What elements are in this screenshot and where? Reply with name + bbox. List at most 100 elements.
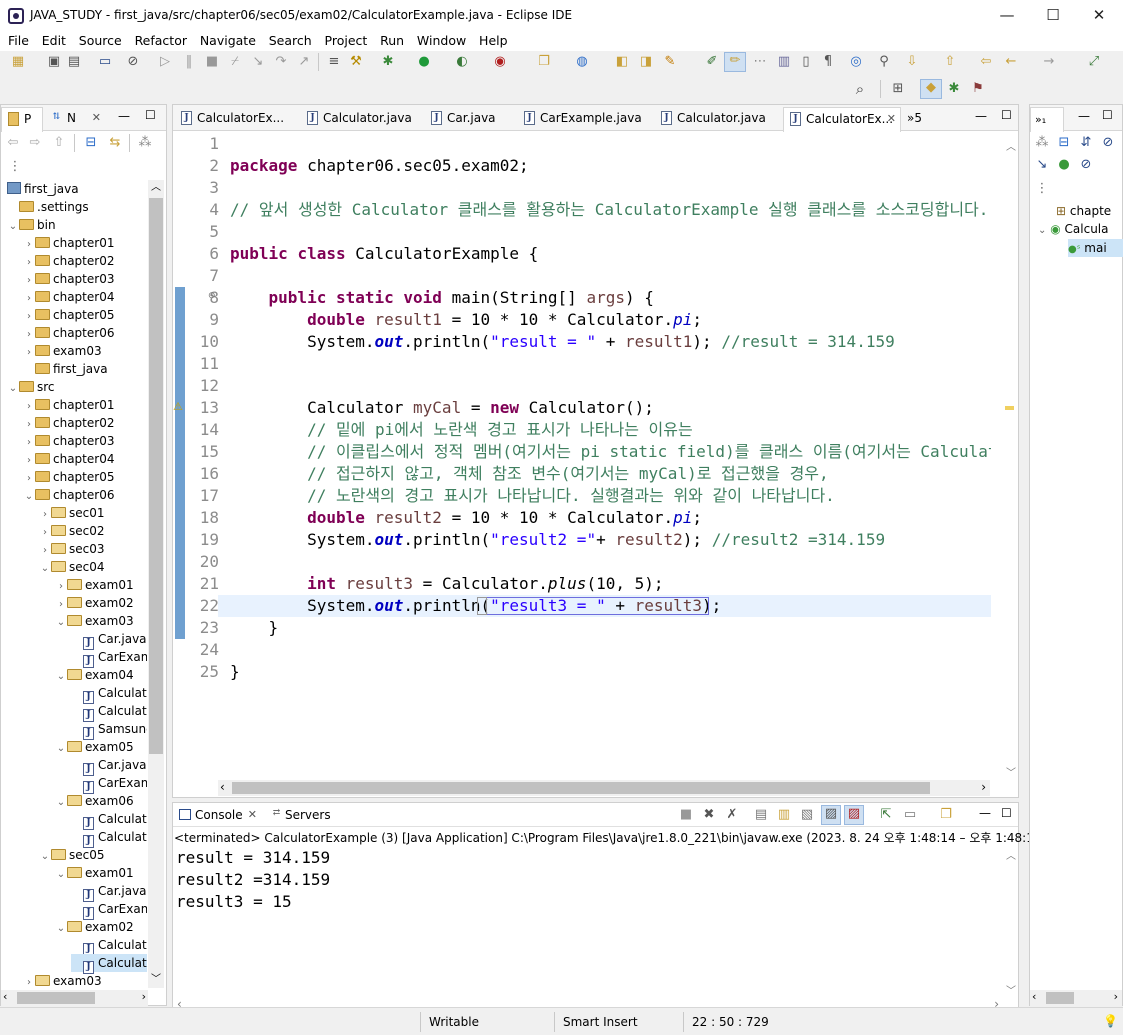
tree-item[interactable]: JCalculator (71, 684, 147, 704)
expand-icon[interactable]: ⌄ (55, 866, 67, 884)
overview-warning-mark[interactable] (1005, 406, 1014, 410)
terminate-icon[interactable]: ■ (204, 54, 220, 70)
tree-item[interactable]: › chapter02 (23, 414, 114, 432)
pilcrow-icon[interactable]: ¶ (820, 54, 836, 70)
code-line[interactable]: System.out.println("result = " + result1… (230, 331, 895, 353)
tree-item[interactable]: J Car.java (71, 882, 147, 902)
use-step-filters-icon[interactable]: ≡ (326, 54, 342, 70)
tree-item[interactable]: › chapter05 (23, 306, 114, 324)
forward-nav-icon[interactable]: ⇨ (27, 135, 43, 151)
close-window-button[interactable]: ✕ (1076, 0, 1122, 31)
clear-console-icon[interactable]: ▤ (753, 807, 769, 823)
warning-marker-icon[interactable]: ⚠ (173, 401, 185, 413)
tree-vertical-scrollbar[interactable]: ︿ ﹀ (148, 180, 164, 988)
globe-icon[interactable]: ◎ (848, 54, 864, 70)
toggle-mark-occurrences-icon[interactable]: ✐ (704, 54, 720, 70)
expand-icon[interactable]: ⌄ (55, 740, 67, 758)
previous-annotation-icon[interactable]: ⇧ (942, 54, 958, 70)
tree-item[interactable]: › sec02 (39, 522, 105, 540)
menu-help[interactable]: Help (474, 31, 512, 51)
tip-bulb-icon[interactable]: 💡 (1103, 1014, 1118, 1028)
menu-project[interactable]: Project (320, 31, 372, 51)
expand-icon[interactable]: ⌄ (55, 794, 67, 812)
scrollbar-thumb[interactable] (232, 782, 930, 794)
external-tools-icon[interactable]: ◉ (492, 54, 508, 70)
maximize-editor-icon[interactable]: ☐ (1001, 108, 1012, 122)
terminate-console-icon[interactable]: ■ (678, 807, 694, 823)
tree-item[interactable]: › chapter02 (23, 252, 114, 270)
tree-item[interactable]: › chapter04 (23, 450, 114, 468)
tree-item[interactable]: ⌄ sec04 (39, 558, 105, 576)
tab-outline[interactable]: »₁ (1030, 107, 1064, 132)
maximize-outline-icon[interactable]: ☐ (1102, 108, 1113, 122)
editor-tab[interactable]: J CarExample.java (518, 107, 648, 131)
remove-launch-icon[interactable]: ✖ (701, 807, 717, 823)
code-line[interactable]: Calculator myCal = new Calculator(); (230, 397, 654, 419)
expand-icon[interactable]: ⌄ (39, 560, 51, 578)
editor-horizontal-scrollbar[interactable]: ‹ › (218, 780, 990, 796)
fold-icon[interactable]: ⊖ (208, 291, 216, 301)
code-line[interactable]: System.out.println("result2 ="+ result2)… (230, 529, 885, 551)
view-menu-icon[interactable]: ⋮ (7, 159, 23, 175)
tree-item[interactable]: › chapter05 (23, 468, 114, 486)
tree-item[interactable]: JCarExamp (71, 900, 147, 920)
tree-item[interactable]: › chapter03 (23, 432, 114, 450)
expand-icon[interactable]: ⌄ (7, 380, 19, 398)
code-line[interactable]: public static void main(String[] args) { (230, 287, 654, 309)
code-line[interactable]: double result1 = 10 * 10 * Calculator.pi… (230, 309, 702, 331)
code-line[interactable]: // 접근하지 않고, 객체 참조 변수(여기서는 myCal)로 접근했을 경… (230, 463, 829, 485)
scrollbar-thumb[interactable] (17, 992, 95, 1004)
tree-item[interactable]: JSamsungC (71, 720, 147, 740)
menu-navigate[interactable]: Navigate (195, 31, 260, 51)
word-wrap-icon[interactable]: ▯ (798, 54, 814, 70)
show-whitespace-icon[interactable]: ▥ (776, 54, 792, 70)
save-all-icon[interactable]: ▤ (66, 54, 82, 70)
tree-item[interactable]: JCalculator (71, 936, 147, 956)
collapse-all-icon[interactable]: ⊟ (83, 135, 99, 151)
remove-all-terminated-icon[interactable]: ✗ (724, 807, 740, 823)
git-perspective-icon[interactable]: ⚑ (970, 81, 986, 97)
tree-item[interactable]: JCalculator (71, 828, 147, 848)
search-tool-icon[interactable]: ✎ (662, 54, 678, 70)
tree-item[interactable]: › chapter06 (23, 324, 114, 342)
tree-item[interactable]: › chapter01 (23, 396, 114, 414)
code-line[interactable]: } (230, 661, 240, 683)
focus-icon[interactable]: ⁂ (1034, 135, 1050, 151)
maximize-panel-icon[interactable]: ☐ (145, 108, 156, 122)
code-line[interactable]: int result3 = Calculator.plus(10, 5); (230, 573, 663, 595)
sort-icon[interactable]: ⇵ (1078, 135, 1094, 151)
tree-item[interactable]: › chapter04 (23, 288, 114, 306)
editor-tab[interactable]: J Calculator.java (301, 107, 419, 131)
suspend-icon[interactable]: ‖ (181, 54, 197, 70)
menu-search[interactable]: Search (264, 31, 316, 51)
tab-package-explorer[interactable]: P (1, 107, 43, 132)
build-icon[interactable]: ⚒ (348, 54, 364, 70)
tree-item[interactable]: J Car.java (71, 756, 147, 776)
outline-method-item[interactable]: ●ˢ mai (1068, 239, 1123, 257)
search-icon[interactable]: ⌕ (852, 81, 868, 97)
tree-item[interactable]: ⌄ sec05 (39, 846, 105, 864)
tree-item[interactable]: ⌄ exam05 (55, 738, 134, 756)
editor-tab[interactable]: J CalculatorEx... ✕ (783, 107, 901, 132)
tree-item[interactable]: ⌄ exam01 (55, 864, 134, 882)
maximize-console-icon[interactable]: ☐ (1001, 806, 1012, 820)
minimize-panel-icon[interactable]: — (118, 109, 130, 123)
java-perspective-icon[interactable]: ◆ (920, 79, 942, 99)
tree-item[interactable]: first_java (23, 360, 108, 378)
minimize-button[interactable]: — (984, 0, 1030, 31)
tree-item[interactable]: › exam01 (55, 576, 134, 594)
minimize-outline-icon[interactable]: — (1078, 109, 1090, 123)
console-output[interactable]: result = 314.159 result2 =314.159 result3 … (173, 847, 1003, 997)
pin-editor-icon[interactable]: ⚲ (876, 54, 892, 70)
debug-perspective-icon[interactable]: ✱ (946, 81, 962, 97)
run-icon[interactable]: ● (416, 54, 432, 70)
editor-tab[interactable]: J CalculatorEx... (175, 107, 293, 131)
menu-refactor[interactable]: Refactor (130, 31, 191, 51)
menu-file[interactable]: File (3, 31, 33, 51)
tree-item[interactable]: ⌄ chapter06 (23, 486, 115, 504)
outline-package-item[interactable]: ⊞ chapte (1056, 204, 1111, 218)
tab-navigator[interactable]: ⇅ N ✕ (45, 107, 103, 131)
code-area[interactable]: 1 2 package chapter06.sec05.exam02; 3 4// 앞서… (185, 133, 991, 781)
tree-item[interactable]: JCalculator (71, 954, 147, 974)
save-icon[interactable]: ▣ (46, 54, 62, 70)
